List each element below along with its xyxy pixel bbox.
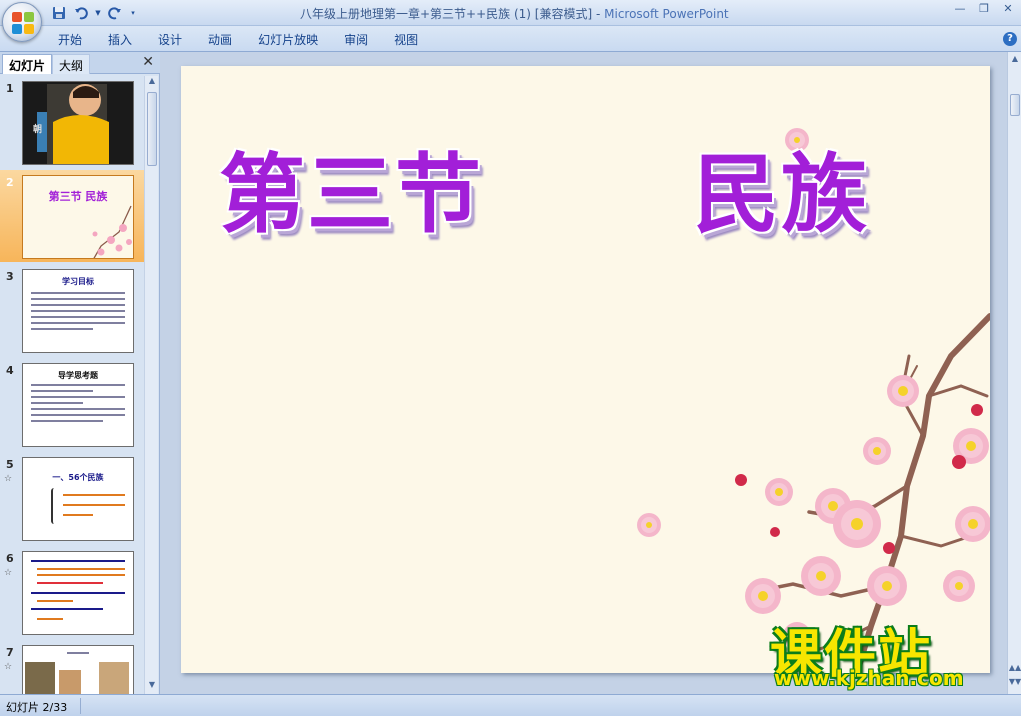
tab-outline[interactable]: 大纲 — [52, 54, 91, 74]
slide-number: 2 — [6, 176, 14, 189]
slide-thumbnail-1[interactable]: 1 朝 — [0, 76, 144, 168]
slide-preview: 一、56个民族 — [22, 457, 134, 541]
save-icon[interactable] — [50, 5, 68, 22]
tab-insert[interactable]: 插入 — [108, 31, 132, 48]
slide-thumbnail-7[interactable]: 7 ☆ — [0, 640, 144, 694]
slide-thumbnail-6[interactable]: 6 ☆ — [0, 546, 144, 638]
slide-thumbnail-4[interactable]: 4 导学思考题 — [0, 358, 144, 450]
thumbnail-scrollbar[interactable]: ▲ ▼ — [144, 76, 158, 694]
scrollbar-thumb[interactable] — [147, 92, 157, 166]
title-bar: ▼ ▾ 八年级上册地理第一章+第三节++民族 (1) [兼容模式] - Micr… — [0, 0, 1021, 26]
window-controls: — ❐ ✕ — [953, 2, 1015, 15]
slide-preview: 第三节 民族 — [22, 175, 134, 259]
slide-5-title: 一、56个民族 — [52, 473, 104, 482]
title-text-right: 民族 — [693, 144, 869, 245]
slide-number: 7 — [6, 646, 14, 659]
animation-star-icon: ☆ — [4, 474, 13, 484]
slide-1-caption: 朝 — [33, 125, 43, 135]
redo-icon[interactable] — [106, 5, 124, 22]
blossom-mini-icon — [92, 205, 132, 258]
document-title: 八年级上册地理第一章+第三节++民族 (1) [兼容模式] — [300, 7, 593, 21]
slide-thumbnail-5[interactable]: 5 ☆ 一、56个民族 — [0, 452, 144, 544]
slide-title[interactable]: 第三节 民族 — [181, 124, 990, 245]
next-slide-icon[interactable]: ▼▼ — [1008, 677, 1021, 686]
slide-number: 1 — [6, 82, 14, 95]
maximize-icon[interactable]: ❐ — [977, 2, 991, 15]
undo-icon[interactable] — [72, 5, 90, 22]
slide-number: 5 — [6, 458, 14, 471]
window-title: 八年级上册地理第一章+第三节++民族 (1) [兼容模式] - Microsof… — [300, 5, 729, 22]
close-icon[interactable]: ✕ — [1001, 2, 1015, 15]
slide-number: 4 — [6, 364, 14, 377]
undo-dropdown-icon[interactable]: ▼ — [94, 5, 102, 22]
tab-slideshow[interactable]: 幻灯片放映 — [258, 31, 318, 48]
tab-design[interactable]: 设计 — [158, 31, 182, 48]
tab-animations[interactable]: 动画 — [208, 31, 232, 48]
editor-scrollbar[interactable]: ▲ ▲▲ ▼▼ — [1007, 52, 1021, 694]
office-logo-icon — [12, 12, 34, 34]
status-bar: 幻灯片 2/33 — [0, 694, 1021, 716]
scroll-up-icon[interactable]: ▲ — [1008, 54, 1021, 63]
scroll-down-icon[interactable]: ▼ — [145, 680, 159, 694]
panel-close-icon[interactable]: ✕ — [142, 54, 154, 70]
slides-panel: 幻灯片 大纲 ✕ 1 朝 2 第三节 民族 3 学习目标 4 导学思考题 5 ☆… — [0, 52, 160, 694]
slide-thumbnail-2[interactable]: 2 第三节 民族 — [0, 170, 144, 262]
slide-preview — [22, 551, 134, 635]
customize-toolbar-icon[interactable]: ▾ — [128, 5, 138, 22]
watermark-logo: 课件站 www.kjzhan.com — [766, 612, 1006, 696]
quick-access-toolbar: ▼ ▾ — [50, 4, 138, 22]
slide-number: 3 — [6, 270, 14, 283]
watermark-url: www.kjzhan.com — [774, 666, 964, 690]
panel-tabs: 幻灯片 大纲 ✕ — [0, 52, 160, 74]
animation-star-icon: ☆ — [4, 662, 13, 672]
slide-editor: 第三节 民族 — [162, 52, 1007, 694]
scrollbar-thumb[interactable] — [1010, 94, 1020, 116]
previous-slide-icon[interactable]: ▲▲ — [1008, 663, 1021, 672]
slide-preview: 朝 — [22, 81, 134, 165]
office-button[interactable] — [2, 2, 42, 42]
slide-preview: 导学思考题 — [22, 363, 134, 447]
slide-4-title: 导学思考题 — [58, 371, 98, 380]
slide-7-photos — [25, 662, 129, 694]
slide-number: 6 — [6, 552, 14, 565]
animation-star-icon: ☆ — [4, 568, 13, 578]
minimize-icon[interactable]: — — [953, 2, 967, 15]
slide-counter: 幻灯片 2/33 — [6, 701, 68, 714]
tab-slides[interactable]: 幻灯片 — [2, 54, 53, 74]
current-slide[interactable]: 第三节 民族 — [181, 66, 990, 673]
title-text-left: 第三节 — [219, 144, 483, 245]
help-icon[interactable]: ? — [1003, 32, 1017, 46]
slide-preview — [22, 645, 134, 694]
slide-3-title: 学习目标 — [62, 277, 94, 286]
scroll-up-icon[interactable]: ▲ — [145, 76, 159, 90]
slide-thumbnail-3[interactable]: 3 学习目标 — [0, 264, 144, 356]
slide-preview: 学习目标 — [22, 269, 134, 353]
ribbon: 开始 插入 设计 动画 幻灯片放映 审阅 视图 ? — [0, 26, 1021, 52]
tab-review[interactable]: 审阅 — [344, 31, 368, 48]
tab-view[interactable]: 视图 — [394, 31, 418, 48]
tab-home[interactable]: 开始 — [58, 31, 82, 48]
slide-thumbnail-list: 1 朝 2 第三节 民族 3 学习目标 4 导学思考题 5 ☆ 一、56个民族 … — [0, 76, 144, 694]
status-divider — [80, 698, 81, 714]
title-separator: - — [592, 7, 605, 21]
ribbon-tabs: 开始 插入 设计 动画 幻灯片放映 审阅 视图 — [58, 31, 444, 48]
app-name: Microsoft PowerPoint — [604, 7, 729, 21]
